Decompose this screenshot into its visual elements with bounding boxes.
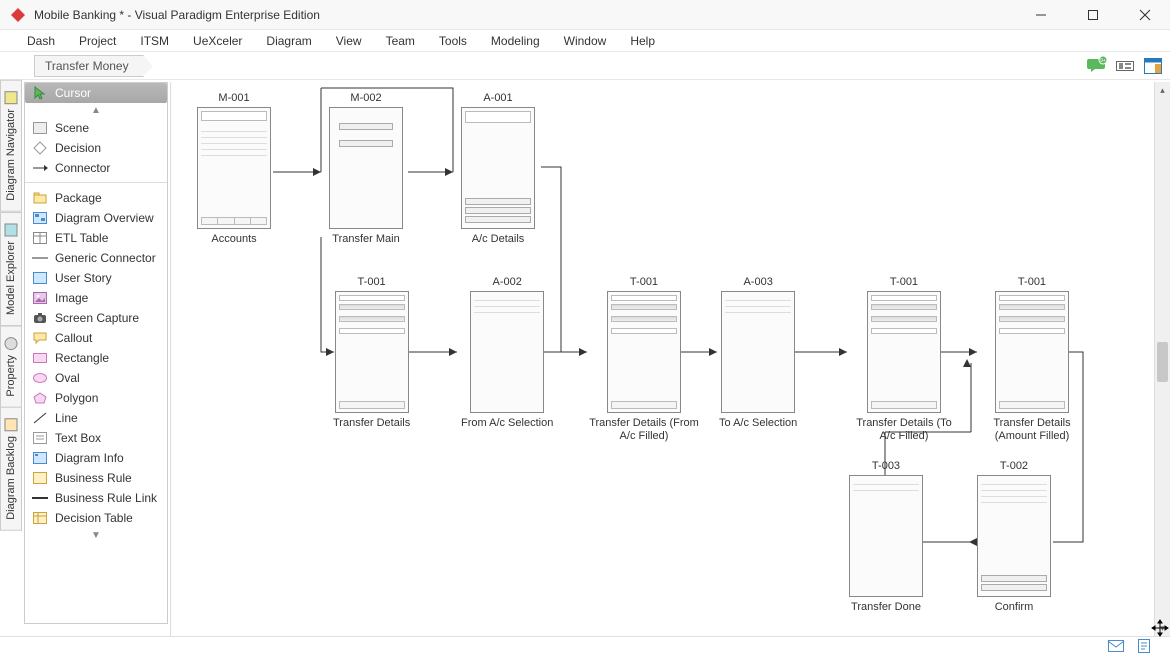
layout-icon[interactable] [1114,55,1136,77]
business-rule-icon [31,471,49,485]
left-tabs: Diagram Navigator Model Explorer Propert… [0,80,22,531]
palette-image[interactable]: Image [25,288,167,308]
palette-etl-table[interactable]: ETL Table [25,228,167,248]
menu-window[interactable]: Window [552,31,619,51]
text-box-icon [31,431,49,445]
cursor-icon [31,86,49,100]
menu-modeling[interactable]: Modeling [479,31,552,51]
node-transfer-details-to-filled[interactable]: T-001 Transfer Details (To A/c Filled) [849,276,959,443]
palette-diagram-info[interactable]: Diagram Info [25,448,167,468]
palette-connector[interactable]: Connector [25,158,167,178]
tab-diagram-backlog[interactable]: Diagram Backlog [0,407,22,531]
image-icon [31,291,49,305]
node-accounts[interactable]: M-001 Accounts [197,92,271,246]
menu-view[interactable]: View [324,31,374,51]
palette-screen-capture[interactable]: Screen Capture [25,308,167,328]
scene-icon [31,121,49,135]
palette-decision[interactable]: Decision [25,138,167,158]
package-icon [31,191,49,205]
status-bar [0,636,1170,658]
menu-diagram[interactable]: Diagram [254,31,323,51]
menubar: Dash Project ITSM UeXceler Diagram View … [0,30,1170,52]
palette-collapse-bottom[interactable]: ▼ [25,528,167,543]
menu-project[interactable]: Project [67,31,128,51]
palette-rectangle[interactable]: Rectangle [25,348,167,368]
palette-diagram-overview[interactable]: Diagram Overview [25,208,167,228]
diagram-overview-icon [31,211,49,225]
menu-dash[interactable]: Dash [15,31,67,51]
palette-oval[interactable]: Oval [25,368,167,388]
menu-help[interactable]: Help [618,31,667,51]
maximize-button[interactable] [1078,5,1108,25]
palette-generic-connector[interactable]: Generic Connector [25,248,167,268]
business-rule-link-icon [31,491,49,505]
rectangle-icon [31,351,49,365]
scroll-thumb[interactable] [1157,342,1168,382]
node-to-ac-selection[interactable]: A-003 To A/c Selection [719,276,797,430]
connector-icon [31,161,49,175]
oval-icon [31,371,49,385]
tab-model-explorer[interactable]: Model Explorer [0,212,22,326]
palette-business-rule-link[interactable]: Business Rule Link [25,488,167,508]
palette-text-box[interactable]: Text Box [25,428,167,448]
node-transfer-details-amount-filled[interactable]: T-001 Transfer Details (Amount Filled) [977,276,1087,443]
mail-icon[interactable] [1108,640,1124,655]
vertical-scrollbar[interactable]: ▴ ▾ [1154,82,1170,636]
palette-business-rule[interactable]: Business Rule [25,468,167,488]
palette-callout[interactable]: Callout [25,328,167,348]
move-cursor-icon [1152,620,1168,636]
callout-icon [31,331,49,345]
etl-table-icon [31,231,49,245]
node-transfer-details[interactable]: T-001 Transfer Details [333,276,410,430]
diagram-canvas[interactable]: M-001 Accounts M-002 Transfer Main A-001 [170,82,1154,636]
close-button[interactable] [1130,5,1160,25]
note-icon[interactable] [1138,639,1150,656]
palette-cursor[interactable]: Cursor [25,83,167,103]
toolbar-row: Transfer Money 9+ [0,52,1170,80]
palette-package[interactable]: Package [25,188,167,208]
tab-diagram-navigator[interactable]: Diagram Navigator [0,80,22,212]
node-transfer-details-from-filled[interactable]: T-001 Transfer Details (From A/c Filled) [589,276,699,443]
palette-user-story[interactable]: User Story [25,268,167,288]
titlebar: Mobile Banking * - Visual Paradigm Enter… [0,0,1170,30]
diagram-info-icon [31,451,49,465]
user-story-icon [31,271,49,285]
palette-polygon[interactable]: Polygon [25,388,167,408]
svg-text:9+: 9+ [1100,58,1106,64]
menu-team[interactable]: Team [374,31,427,51]
node-transfer-done[interactable]: T-003 Transfer Done [849,460,923,614]
scroll-up-icon[interactable]: ▴ [1155,82,1170,98]
tab-property[interactable]: Property [0,326,22,408]
node-confirm[interactable]: T-002 Confirm [977,460,1051,614]
palette-decision-table[interactable]: Decision Table [25,508,167,528]
palette-line[interactable]: Line [25,408,167,428]
polygon-icon [31,391,49,405]
line-icon [31,411,49,425]
breadcrumb[interactable]: Transfer Money [34,55,144,77]
decision-table-icon [31,511,49,525]
menu-uexceler[interactable]: UeXceler [181,31,254,51]
node-transfer-main[interactable]: M-002 Transfer Main [329,92,403,246]
menu-tools[interactable]: Tools [427,31,479,51]
screen-capture-icon [31,311,49,325]
window-title: Mobile Banking * - Visual Paradigm Enter… [34,8,1026,22]
palette-collapse-top[interactable]: ▲ [25,103,167,118]
panel-icon[interactable] [1142,55,1164,77]
node-ac-details[interactable]: A-001 A/c Details [461,92,535,246]
node-from-ac-selection[interactable]: A-002 From A/c Selection [461,276,553,430]
app-logo-icon [10,7,26,23]
menu-itsm[interactable]: ITSM [128,31,181,51]
palette-scene[interactable]: Scene [25,118,167,138]
comment-icon[interactable]: 9+ [1086,55,1108,77]
palette: Cursor ▲ Scene Decision Connector Packag… [24,82,168,624]
minimize-button[interactable] [1026,5,1056,25]
decision-icon [31,141,49,155]
generic-connector-icon [31,251,49,265]
